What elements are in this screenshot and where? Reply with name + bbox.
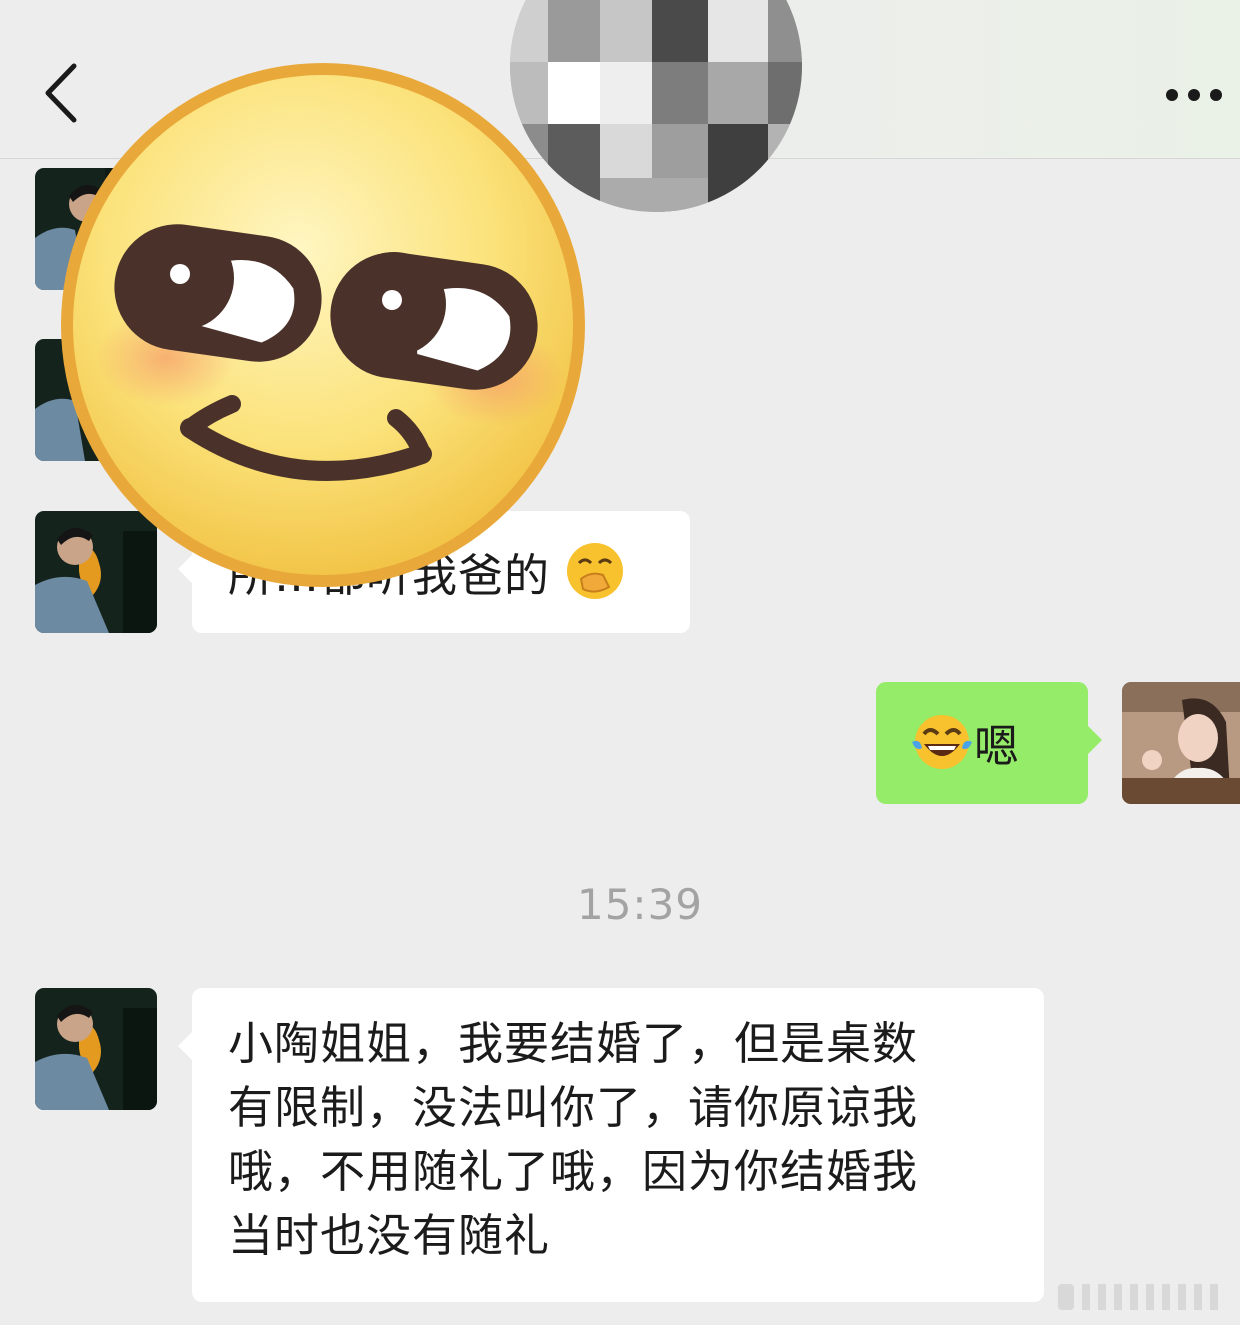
message-bubble-self[interactable]: 嗯 [876,682,1102,804]
message-line: 有限制，没法叫你了，请你原谅我 [228,1081,919,1134]
watermark [1050,1278,1230,1314]
chat-timestamp: 15:39 [576,880,704,929]
more-dots-icon[interactable] [1160,80,1228,110]
tears-of-joy-emoji-icon [910,712,974,789]
message-line: 哦，不用随礼了哦，因为你结婚我 [228,1145,919,1198]
message-line: 当时也没有随礼 [228,1209,551,1262]
contact-avatar[interactable] [35,988,157,1110]
smirk-face-emoji-sticker-icon [56,58,590,592]
message-text: 嗯 [974,720,1021,773]
my-avatar[interactable] [1122,682,1240,804]
message-bubble[interactable]: 小陶姐姐，我要结婚了，但是桌数 有限制，没法叫你了，请你原谅我 哦，不用随礼了哦… [178,988,1044,1302]
message-line: 小陶姐姐，我要结婚了，但是桌数 [228,1017,919,1070]
